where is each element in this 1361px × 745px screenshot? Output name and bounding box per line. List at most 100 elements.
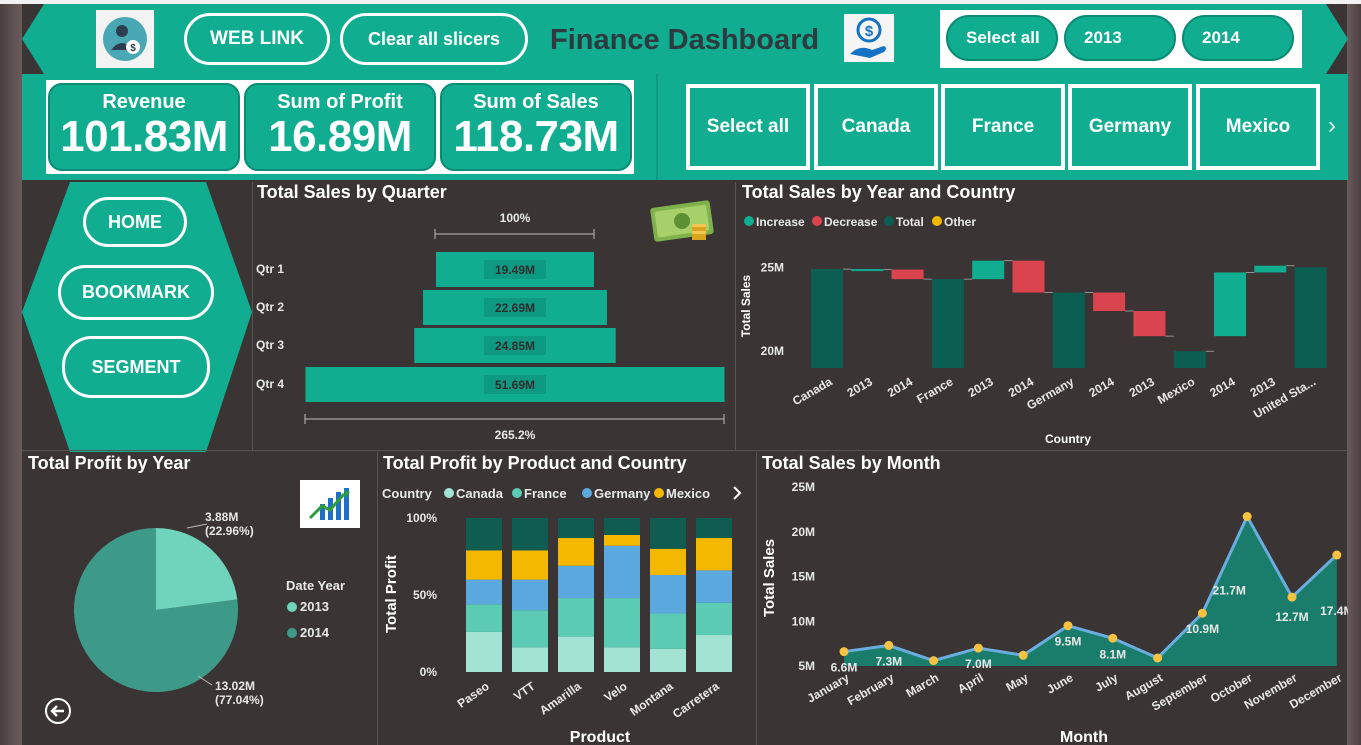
waterfall-xtick: France [914,374,955,406]
waterfall-legend-item: Decrease [824,215,878,229]
country-mexico[interactable]: Mexico [1196,84,1320,170]
home-button[interactable]: HOME [83,197,187,247]
money-hand-icon: $ [844,14,894,62]
logo: $ [96,10,154,68]
month-chart-title: Total Sales by Month [762,453,941,473]
waterfall-legend-marker [884,216,894,226]
quarter-data-label: 22.69M [495,301,535,315]
month-point [1063,621,1073,631]
stacked-ytick: 100% [406,511,437,525]
stacked-bar-segment [696,538,732,571]
clear-slicers-button[interactable]: Clear all slicers [340,13,528,65]
quarter-tick-label: Qtr 3 [256,338,284,352]
month-chart: Total Sales 25M20M15M10M5M 6.6M 7.3M 7.0M9… [761,480,1348,745]
stacked-ylabel: Total Profit [383,555,400,633]
kpi-value: 101.83M [60,112,228,161]
year-2014[interactable]: 2014 [1182,15,1294,61]
stacked-bar-segment [512,550,548,580]
user-money-icon: $ [103,17,147,61]
stacked-legend-marker [654,488,664,498]
waterfall-bar [1012,260,1045,293]
svg-text:$: $ [130,43,136,54]
page-title: Finance Dashboard [550,24,820,56]
quarter-data-label: 24.85M [495,339,535,353]
stacked-bar-segment [650,548,686,575]
month-xtick: May [1003,670,1030,694]
kpi-label: Revenue [102,91,186,113]
stacked-bar-segment [512,518,548,551]
kpi-revenue: Revenue 101.83M [48,83,240,171]
segment-button[interactable]: SEGMENT [62,336,210,398]
month-point [1332,550,1342,560]
stacked-bar-segment [604,534,640,546]
country-canada[interactable]: Canada [814,84,938,170]
waterfall-bar [972,260,1005,280]
month-data-label: 7.3M [875,654,902,668]
pie-legend-title: Date Year [286,578,345,593]
pie-legend-item: 2013 [300,599,329,614]
window-right-edge [1347,0,1361,745]
waterfall-xtick: 2013 [845,374,875,400]
stacked-bar-segment [466,579,502,605]
stacked-xlabel: Product [570,729,631,745]
stacked-legend-item: France [524,486,567,501]
stacked-legend-item: Canada [456,486,504,501]
waterfall-bar [1254,265,1287,273]
waterfall-legend-item: Total [896,215,924,229]
country-germany[interactable]: Germany [1068,84,1192,170]
kpi-label: Sum of Profit [277,91,403,113]
month-point [1197,608,1207,618]
waterfall-legend-marker [932,216,942,226]
waterfall-bar [1173,351,1206,368]
stacked-xtick: Amarilla [537,679,584,718]
waterfall-bar [891,269,924,280]
stacked-bar-segment [650,648,686,672]
kpi-label: Sum of Sales [473,91,599,113]
waterfall-legend-item: Other [944,215,976,229]
month-xtick: April [955,670,986,696]
month-point [929,656,939,666]
month-data-label: 17.4M [1320,604,1348,618]
stacked-bar-segment [696,570,732,603]
month-ytick: 25M [792,480,815,494]
stacked-bar-segment [696,518,732,539]
waterfall-xtick: 2013 [966,374,996,400]
month-xtick: January [805,670,852,705]
waterfall-ytick: 25M [761,260,784,274]
svg-text:$: $ [865,23,874,40]
pie-slice [156,528,238,610]
stacked-bar-segment [650,518,686,549]
stacked-bar-segment [558,636,594,672]
country-france[interactable]: France [941,84,1065,170]
back-arrow-icon[interactable] [45,698,71,724]
country-select-all[interactable]: Select all [686,84,810,170]
year-select-all[interactable]: Select all [946,15,1058,61]
stacked-bar-segment [512,610,548,648]
month-xtick: July [1093,670,1121,694]
legend-next-icon[interactable] [733,486,742,500]
waterfall-bar [1214,272,1246,337]
waterfall-xtick: 2014 [1086,374,1116,400]
waterfall-legend-item: Increase [756,215,805,229]
web-link-button[interactable]: WEB LINK [184,13,330,65]
month-point [1287,592,1297,602]
stacked-bar-segment [696,635,732,672]
kpi-value: 118.73M [453,112,619,161]
bookmark-button[interactable]: BOOKMARK [58,265,214,320]
stacked-xtick: Velo [601,679,629,705]
quarter-tick-label: Qtr 1 [256,262,284,276]
month-xlabel: Month [1060,729,1108,745]
month-point [1153,653,1163,663]
chevron-right-icon[interactable]: › [1328,112,1336,140]
waterfall-bar [851,269,884,272]
stacked-legend-marker [512,488,522,498]
stacked-bar-segment [650,613,686,649]
stacked-bar-segment [466,550,502,580]
waterfall-bar [1093,292,1126,311]
year-2013[interactable]: 2013 [1064,15,1176,61]
month-ytick: 15M [792,570,815,584]
month-point [1018,650,1028,660]
month-data-label: 21.7M [1213,584,1246,598]
waterfall-xtick: 2014 [1207,374,1237,400]
kpi-band: Revenue 101.83M Sum of Profit 16.89M Sum… [22,74,1348,180]
